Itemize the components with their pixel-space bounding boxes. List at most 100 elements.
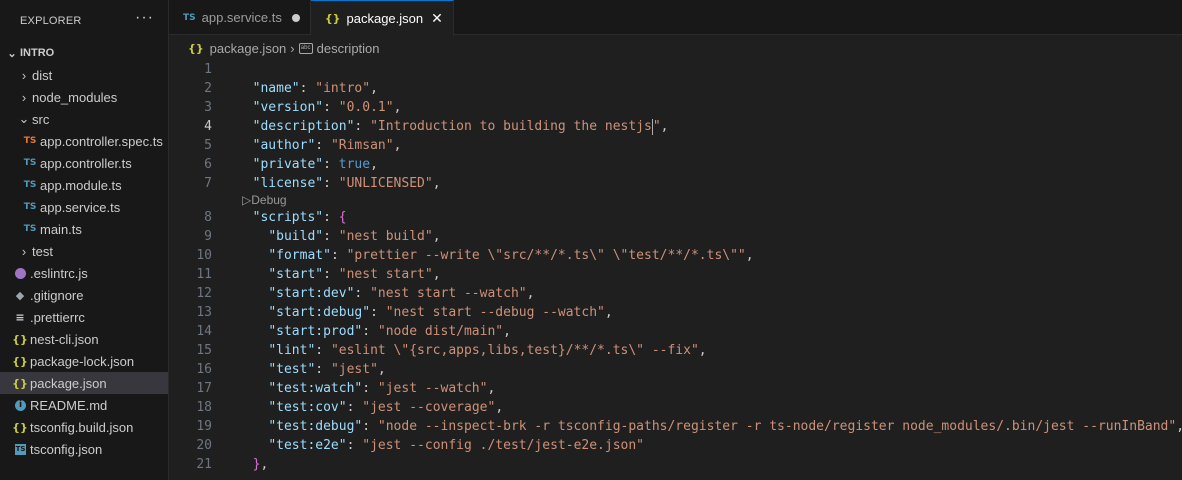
workspace-root[interactable]: ⌄ INTRO xyxy=(0,42,168,64)
code-token: "Introduction to building the nestjs xyxy=(370,119,652,134)
chevron-right-icon: › xyxy=(21,67,27,83)
line-number: 13 xyxy=(196,305,212,320)
code-token: "test:watch" xyxy=(268,381,363,396)
file-item[interactable]: {} nest-cli.json xyxy=(0,328,168,350)
breadcrumb-symbol[interactable]: description xyxy=(317,41,380,56)
code-token: "private" xyxy=(252,157,324,172)
explorer-header: EXPLORER ··· xyxy=(0,0,168,42)
ts-file-icon: TS xyxy=(23,202,37,212)
code-token: : xyxy=(323,100,339,115)
code-token: : xyxy=(323,229,339,244)
file-item[interactable]: TS app.controller.ts xyxy=(0,152,168,174)
folder-item[interactable]: › node_modules xyxy=(0,86,168,108)
code-token: : xyxy=(330,248,347,263)
code-token: : xyxy=(315,362,331,377)
chevron-down-icon: ⌄ xyxy=(18,111,30,126)
code-token: , xyxy=(1176,419,1182,434)
code-text: "format": "prettier --write \"src/**/*.t… xyxy=(212,246,753,265)
more-actions-icon[interactable]: ··· xyxy=(135,9,154,27)
file-item[interactable]: {} package.json xyxy=(0,372,168,394)
file-tree: › dist › node_modules ⌄ src TS app.controller.s… xyxy=(0,64,168,460)
tsconfig-file-icon: TS xyxy=(15,443,26,455)
code-token: : xyxy=(370,305,386,320)
code-token: "nest start --debug --watch" xyxy=(385,305,605,320)
code-token: "test" xyxy=(268,362,316,377)
line-number: 19 xyxy=(196,419,212,434)
line-number: 3 xyxy=(204,100,212,115)
editor-tab[interactable]: TS app.service.ts xyxy=(169,0,311,35)
line-number: 2 xyxy=(204,81,212,96)
tab-bar: TS app.service.ts {} package.json ✕ xyxy=(169,0,1182,36)
file-item[interactable]: TS tsconfig.json xyxy=(0,438,168,460)
line-number: 7 xyxy=(204,176,212,191)
line-number: 20 xyxy=(196,438,212,453)
code-token: "start:debug" xyxy=(268,305,371,320)
code-token: "jest --coverage" xyxy=(362,400,496,415)
chevron-right-icon: › xyxy=(21,243,27,259)
code-token: "jest --watch" xyxy=(377,381,488,396)
workspace-root-label: INTRO xyxy=(20,47,55,59)
tree-item-label: tsconfig.build.json xyxy=(30,419,134,435)
code-text: "test:watch": "jest --watch", xyxy=(212,379,495,398)
tree-item-label: .eslintrc.js xyxy=(30,265,88,281)
tree-item-label: app.controller.spec.ts xyxy=(40,133,163,149)
codelens-label: Debug xyxy=(251,193,287,207)
code-token: "node --inspect-brk -r tsconfig-paths/re… xyxy=(377,419,1177,434)
code-text: "start:prod": "node dist/main", xyxy=(212,322,511,341)
file-item[interactable]: .eslintrc.js xyxy=(0,262,168,284)
code-line: 10 "format": "prettier --write \"src/**/… xyxy=(169,246,1182,265)
code-token: : xyxy=(323,157,339,172)
explorer-title: EXPLORER xyxy=(20,15,82,27)
code-token: : xyxy=(362,419,378,434)
code-text: "version": "0.0.1", xyxy=(212,98,402,117)
debug-codelens[interactable]: ▷ Debug xyxy=(169,193,1182,208)
chevron-down-icon: ⌄ xyxy=(7,47,17,60)
file-item[interactable]: {} tsconfig.build.json xyxy=(0,416,168,438)
code-token: , xyxy=(393,138,402,153)
code-token: , xyxy=(503,324,511,339)
json-file-icon: {} xyxy=(12,420,28,434)
json-file-icon: {} xyxy=(12,376,28,390)
folder-item[interactable]: ⌄ src xyxy=(0,108,168,130)
code-line: 21 }, xyxy=(169,455,1182,474)
play-icon: ▷ xyxy=(242,193,252,207)
code-token: , xyxy=(487,381,496,396)
file-item[interactable]: TS app.controller.spec.ts xyxy=(0,130,168,152)
code-text: "lint": "eslint \"{src,apps,libs,test}/*… xyxy=(212,341,706,360)
close-icon[interactable]: ✕ xyxy=(431,10,443,27)
file-item[interactable]: TS app.service.ts xyxy=(0,196,168,218)
file-item[interactable]: TS main.ts xyxy=(0,218,168,240)
code-text: "scripts": { xyxy=(212,208,347,227)
line-number: 12 xyxy=(196,286,212,301)
folder-item[interactable]: › dist xyxy=(0,64,168,86)
code-token: "start:dev" xyxy=(268,286,355,301)
code-token: : xyxy=(315,343,331,358)
editor-tab[interactable]: {} package.json ✕ xyxy=(310,0,454,36)
json-file-icon: {} xyxy=(324,12,341,25)
code-line: 14 "start:prod": "node dist/main", xyxy=(169,322,1182,341)
code-line: 16 "test": "jest", xyxy=(169,360,1182,379)
code-line: 1 xyxy=(169,60,1182,79)
tree-item-label: README.md xyxy=(30,397,108,413)
tsspec-file-icon: TS xyxy=(23,136,37,146)
code-line: 18 "test:cov": "jest --coverage", xyxy=(169,398,1182,417)
file-item[interactable]: ≡ .prettierrc xyxy=(0,306,168,328)
code-token: "name" xyxy=(252,81,300,96)
line-number: 18 xyxy=(196,400,212,415)
code-token: "UNLICENSED" xyxy=(338,176,433,191)
code-text: "test:debug": "node --inspect-brk -r tsc… xyxy=(212,417,1182,436)
unsaved-dot-icon[interactable] xyxy=(291,13,300,22)
code-token: : xyxy=(354,286,371,301)
file-item[interactable]: i README.md xyxy=(0,394,168,416)
code-text: "test:e2e": "jest --config ./test/jest-e… xyxy=(212,436,644,455)
file-item[interactable]: TS app.module.ts xyxy=(0,174,168,196)
folder-item[interactable]: › test xyxy=(0,240,168,262)
code-token: : xyxy=(354,119,371,134)
code-token: : xyxy=(323,267,339,282)
line-number: 17 xyxy=(196,381,212,396)
json-file-icon: {} xyxy=(188,41,204,55)
breadcrumb-file[interactable]: package.json xyxy=(210,41,287,56)
code-editor[interactable]: 12 "name": "intro", 3 "version": "0.0.1",… xyxy=(169,60,1182,480)
file-item[interactable]: ◆ .gitignore xyxy=(0,284,168,306)
file-item[interactable]: {} package-lock.json xyxy=(0,350,168,372)
